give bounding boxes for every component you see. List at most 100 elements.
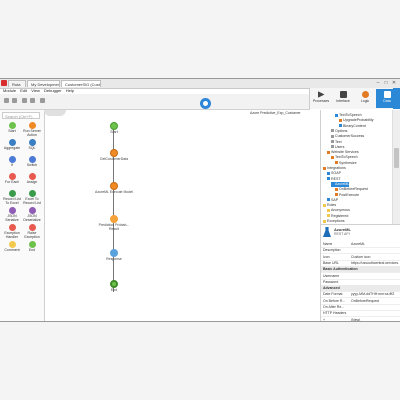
tree-item-soap[interactable]: SOAP	[327, 171, 341, 176]
tool-icon	[28, 190, 36, 197]
flow-node-end[interactable]: End	[94, 280, 134, 293]
tree-item-roles[interactable]: Roles	[323, 203, 336, 208]
tree-item-text[interactable]: Text	[331, 140, 342, 145]
properties-header: AzureML REST API	[323, 227, 399, 239]
property-key: HTTP Headers	[323, 311, 347, 316]
property-value[interactable]: OnBeforeRequest	[351, 298, 399, 304]
properties-panel: AzureML REST API Name AzureML Description I…	[320, 224, 400, 321]
tree-item-sap[interactable]: SAP	[327, 198, 338, 203]
tool-icon	[8, 122, 16, 129]
flow-node-label: AzureML Execute Model	[95, 190, 133, 194]
tool-json-deserialize[interactable]: JSON Deserialize	[22, 207, 42, 223]
tab-processes[interactable]: Processes	[310, 89, 332, 108]
property-key: Base URL	[323, 260, 339, 265]
tool-sql[interactable]: SQL	[22, 139, 42, 155]
tool-aggregate[interactable]: Aggregate	[2, 139, 22, 155]
tool-json-serialize[interactable]: JSON Serialize	[2, 207, 22, 223]
properties-subtitle: REST API	[334, 232, 350, 236]
property-value[interactable]: yyyy-MM-ddTHH:mm:ss.fffZ	[351, 291, 399, 297]
tool-label: SQL	[28, 146, 36, 150]
tool-end[interactable]: End	[22, 241, 42, 257]
flow-node-prediction-probab-result[interactable]: Prediction Probab... Result	[94, 215, 134, 232]
toolbox-search-input[interactable]: Search (Ctrl+F)	[2, 112, 40, 119]
tab-my-development[interactable]: My Development	[27, 80, 60, 87]
tree-item-upgradeprobability[interactable]: UpgradeProbability	[339, 118, 374, 123]
maximize-button[interactable]: □	[382, 80, 390, 87]
flow-node-icon	[110, 149, 118, 157]
tool-switch[interactable]: Switch	[22, 156, 42, 172]
tool-run-server-action[interactable]: Run Server Action	[22, 122, 42, 138]
tree-item-texttospeech[interactable]: TextToSpeech	[335, 113, 362, 118]
tool-label: Raise Exception	[24, 231, 40, 239]
tree-item-label: Roles	[327, 203, 337, 208]
tree-item-label: Exceptions	[327, 219, 345, 223]
tree-node-icon	[327, 171, 330, 175]
tree-item-registered[interactable]: Registered	[327, 214, 348, 219]
tree-item-website-services[interactable]: Website Services	[327, 150, 359, 155]
tab-interface[interactable]: Interface	[332, 89, 354, 108]
tree-node-icon	[331, 182, 334, 186]
search-icon[interactable]	[393, 88, 400, 109]
publish-button[interactable]	[200, 98, 211, 109]
tool-comment[interactable]: Comment	[2, 241, 22, 257]
tool-start[interactable]: Start	[2, 122, 22, 138]
tool-excel-to-record-list[interactable]: Excel To Record List	[22, 190, 42, 206]
close-button[interactable]: ✕	[390, 80, 398, 87]
tree-item-users[interactable]: Users	[331, 145, 344, 150]
tool-if[interactable]: If	[2, 156, 22, 172]
property-key: On Before R...	[323, 298, 346, 303]
tree-item-label: Text	[335, 139, 342, 144]
flow-node-label: Start	[110, 130, 118, 134]
tool-exception-handler[interactable]: Exception Handler	[2, 224, 22, 240]
tool-icon	[28, 156, 36, 163]
compare-icon[interactable]	[40, 98, 45, 103]
tree-item-integrations[interactable]: Integrations	[323, 166, 346, 171]
tree-item-label: UpgradeProbability	[343, 118, 374, 123]
tree-item-postexecute[interactable]: PostExecute	[335, 193, 359, 198]
tree-node-icon	[335, 187, 338, 191]
property-value[interactable]: Custom icon	[351, 254, 399, 260]
flow-node-getcustomerdata[interactable]: GetCustomerData	[94, 149, 134, 162]
tree-item-rest[interactable]: REST	[327, 177, 341, 182]
flow-canvas[interactable]	[45, 116, 319, 321]
minimize-button[interactable]: –	[374, 80, 382, 87]
flow-node-response[interactable]: Response	[94, 249, 134, 262]
tree-item-onbeforerequest[interactable]: OnBeforeRequest	[335, 187, 368, 192]
tool-record-list-to-excel[interactable]: Record List To Excel	[2, 190, 22, 206]
tool-assign[interactable]: Assign	[22, 173, 42, 189]
tree-item-synthesize[interactable]: Synthesize	[335, 161, 357, 166]
tree-item-customersuccess[interactable]: CustomerSuccess	[331, 134, 364, 139]
undo-icon[interactable]	[22, 98, 27, 103]
tree-item-options[interactable]: Options	[331, 129, 347, 134]
forward-icon[interactable]	[12, 98, 17, 103]
tree-node-icon	[331, 129, 334, 133]
service-studio-window: Ruta My Development CustomerSIG (Custome…	[0, 78, 400, 322]
logic-icon	[361, 91, 369, 98]
tree-item-label: OnBeforeRequest	[339, 187, 368, 192]
scroll-thumb[interactable]	[394, 148, 399, 168]
property-value[interactable]: (New)	[351, 317, 399, 321]
tool-icon	[28, 224, 36, 231]
back-icon[interactable]	[4, 98, 9, 103]
tree-item-azureml[interactable]: AzureML	[331, 181, 350, 187]
property-value[interactable]: https://ussouthcentral.services...	[351, 260, 399, 266]
tree-node-icon	[331, 134, 334, 138]
tool-for-each[interactable]: For Each	[2, 173, 22, 189]
flow-node-start[interactable]: Start	[94, 122, 134, 135]
tree-item-binarycontent[interactable]: BinaryContent	[339, 124, 366, 129]
tab-logic[interactable]: Logic	[354, 89, 376, 108]
tab-ruta[interactable]: Ruta	[8, 80, 26, 87]
tree-scrollbar[interactable]	[392, 110, 400, 224]
flow-node-azureml-execute-model[interactable]: AzureML Execute Model	[94, 182, 134, 195]
tree-item-anonymous[interactable]: Anonymous	[327, 208, 350, 213]
property-key: Advanced	[323, 286, 340, 291]
tool-raise-exception[interactable]: Raise Exception	[22, 224, 42, 240]
tree-item-label: Synthesize	[339, 160, 357, 165]
redo-icon[interactable]	[30, 98, 35, 103]
tree-node-icon	[327, 214, 330, 218]
main-toolbar	[0, 94, 310, 110]
tree-item-texttospeech[interactable]: TextToSpeech	[331, 155, 358, 160]
property-value[interactable]: AzureML	[351, 241, 399, 247]
tab-customer-module[interactable]: CustomerSIG (Customer 360)	[61, 80, 101, 87]
tree-node-icon	[323, 219, 326, 223]
